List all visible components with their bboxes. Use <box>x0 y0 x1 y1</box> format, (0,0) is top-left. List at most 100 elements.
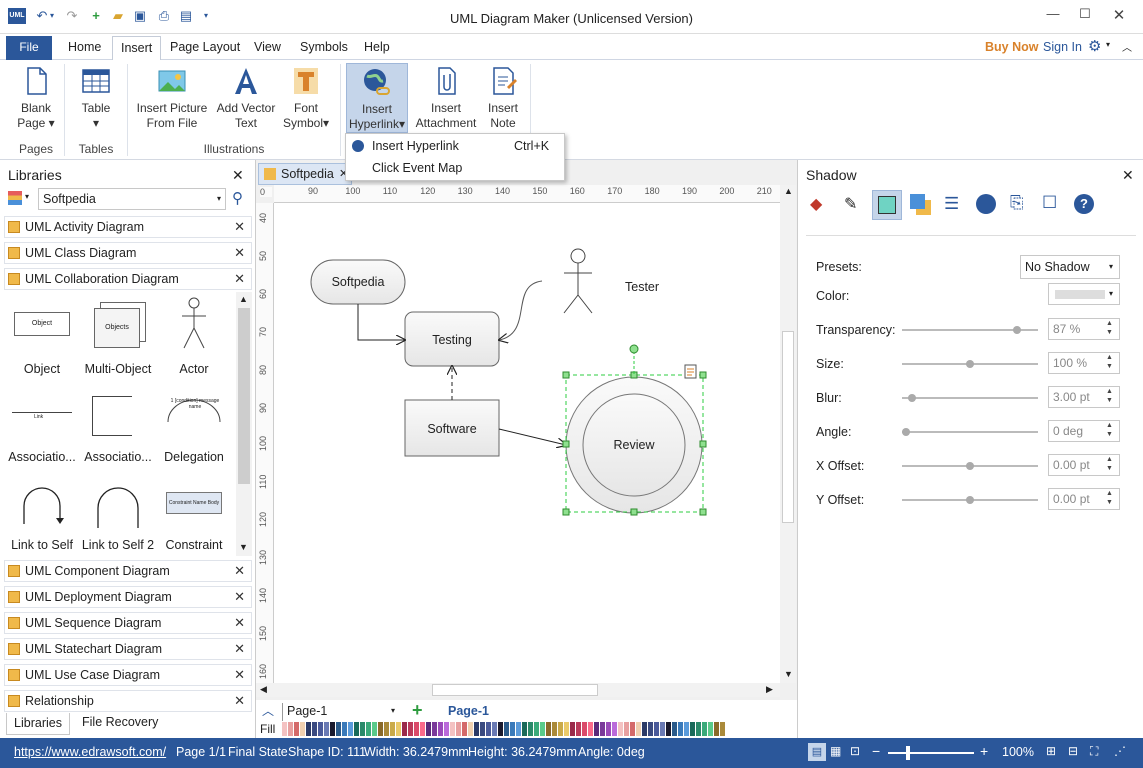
sign-in-link[interactable]: Sign In <box>1043 40 1082 54</box>
tab-home[interactable]: Home <box>60 38 109 60</box>
library-uml-collaboration[interactable]: UML Collaboration Diagram ✕ <box>4 268 252 290</box>
zoom-slider-knob[interactable] <box>906 746 910 760</box>
shape-actor[interactable]: Actor <box>156 292 232 380</box>
document-tab[interactable]: Softpedia ✕ <box>258 163 352 185</box>
color-swatch[interactable] <box>420 722 425 736</box>
color-swatch[interactable] <box>660 722 665 736</box>
color-swatch[interactable] <box>390 722 395 736</box>
spinner-arrows-icon[interactable]: ▲ ▼ <box>1106 455 1113 473</box>
color-swatch[interactable] <box>306 722 311 736</box>
color-swatch[interactable] <box>342 722 347 736</box>
color-swatch[interactable] <box>378 722 383 736</box>
scroll-up-icon[interactable]: ▲ <box>239 294 248 304</box>
color-swatch[interactable] <box>510 722 515 736</box>
color-swatch[interactable] <box>540 722 545 736</box>
shapes-scrollbar[interactable]: ▲ ▼ <box>236 292 252 556</box>
color-swatch[interactable] <box>294 722 299 736</box>
tab-file[interactable]: File <box>6 36 52 60</box>
spinner-arrows-icon[interactable]: ▲ ▼ <box>1106 387 1113 405</box>
color-swatch[interactable] <box>636 722 641 736</box>
color-swatch[interactable] <box>396 722 401 736</box>
hyperlink-icon[interactable] <box>976 194 996 214</box>
spinner-arrows-icon[interactable]: ▲ ▼ <box>1106 319 1113 337</box>
close-library-icon[interactable]: ✕ <box>234 613 245 633</box>
library-menu-dropdown-icon[interactable]: ▾ <box>25 192 29 201</box>
menu-item-insert-hyperlink[interactable]: Insert Hyperlink Ctrl+K <box>346 135 564 157</box>
blank-page-button[interactable]: Blank Page ▾ <box>10 63 62 137</box>
fill-bucket-icon[interactable]: ◆ <box>810 194 832 216</box>
shadow-color-select[interactable]: ▾ <box>1048 283 1120 305</box>
close-library-icon[interactable]: ✕ <box>234 561 245 581</box>
text-list-icon[interactable]: ☰ <box>944 194 959 214</box>
website-link[interactable]: https://www.edrawsoft.com/ <box>14 745 166 759</box>
scroll-left-icon[interactable]: ◀ <box>260 684 267 695</box>
color-swatch[interactable] <box>444 722 449 736</box>
color-swatch[interactable] <box>552 722 557 736</box>
color-swatch[interactable] <box>408 722 413 736</box>
page-selector-dropdown-icon[interactable]: ▾ <box>391 706 395 715</box>
color-swatch[interactable] <box>468 722 473 736</box>
color-swatch[interactable] <box>504 722 509 736</box>
close-library-icon[interactable]: ✕ <box>234 587 245 607</box>
library-uml-use-case[interactable]: UML Use Case Diagram ✕ <box>4 664 252 686</box>
slider-knob[interactable] <box>902 428 910 436</box>
minimize-icon[interactable]: — <box>1038 6 1068 26</box>
zoom-in-icon[interactable]: + <box>980 743 988 759</box>
color-swatch[interactable] <box>480 722 485 736</box>
full-screen-icon[interactable]: ⛶ <box>1090 744 1098 759</box>
color-swatch[interactable] <box>564 722 569 736</box>
close-window-icon[interactable]: ✕ <box>1104 6 1134 26</box>
canvas-v-scroll-thumb[interactable] <box>782 331 794 523</box>
color-swatch[interactable] <box>324 722 329 736</box>
table-button[interactable]: Table ▾ <box>70 63 122 137</box>
attachment-panel-icon[interactable]: ⎘ <box>1010 193 1024 213</box>
presets-select[interactable]: No Shadow ▾ <box>1020 255 1120 279</box>
color-swatch[interactable] <box>354 722 359 736</box>
shape-association-1[interactable]: Link Associatio... <box>4 380 80 468</box>
color-swatch[interactable] <box>360 722 365 736</box>
tab-file-recovery[interactable]: File Recovery <box>82 715 158 729</box>
slider-knob[interactable] <box>966 496 974 504</box>
shape-constraint[interactable]: Constraint Name Body Constraint <box>156 468 232 556</box>
maximize-icon[interactable]: ☐ <box>1070 6 1100 26</box>
color-swatch[interactable] <box>450 722 455 736</box>
fit-page-icon[interactable]: ⊞ <box>1046 744 1056 758</box>
scroll-down-icon[interactable]: ▼ <box>784 669 793 679</box>
color-swatch[interactable] <box>348 722 353 736</box>
color-swatch[interactable] <box>456 722 461 736</box>
color-swatch[interactable] <box>438 722 443 736</box>
shadow-row-slider[interactable] <box>902 394 1038 402</box>
spinner-arrows-icon[interactable]: ▲ ▼ <box>1106 421 1113 439</box>
shape-link-to-self[interactable]: Link to Self <box>4 468 80 556</box>
insert-attachment-button[interactable]: Insert Attachment <box>412 63 480 137</box>
resize-grip-icon[interactable]: ⋰ <box>1114 744 1126 758</box>
library-uml-deployment[interactable]: UML Deployment Diagram ✕ <box>4 586 252 608</box>
collapse-ribbon-icon[interactable]: ︿ <box>1122 39 1132 54</box>
color-swatch[interactable] <box>576 722 581 736</box>
slider-knob[interactable] <box>1013 326 1022 334</box>
color-swatch[interactable] <box>678 722 683 736</box>
layers-icon[interactable] <box>910 194 932 216</box>
color-swatch[interactable] <box>690 722 695 736</box>
shape-link-to-self-2[interactable]: Link to Self 2 <box>80 468 156 556</box>
color-swatch[interactable] <box>546 722 551 736</box>
insert-note-button[interactable]: Insert Note <box>482 63 524 137</box>
shadow-row-slider[interactable] <box>902 360 1038 368</box>
color-swatch[interactable] <box>600 722 605 736</box>
color-swatch[interactable] <box>648 722 653 736</box>
close-shadow-panel-icon[interactable]: ✕ <box>1122 167 1134 184</box>
color-swatch[interactable] <box>330 722 335 736</box>
color-swatch[interactable] <box>288 722 293 736</box>
close-library-icon[interactable]: ✕ <box>234 665 245 685</box>
canvas-h-scroll-thumb[interactable] <box>432 684 598 696</box>
library-search-dropdown-icon[interactable]: ▾ <box>217 194 221 203</box>
color-swatch[interactable] <box>630 722 635 736</box>
add-vector-text-button[interactable]: Add Vector Text <box>214 63 278 137</box>
color-swatch[interactable] <box>402 722 407 736</box>
color-swatch[interactable] <box>708 722 713 736</box>
color-swatch[interactable] <box>612 722 617 736</box>
color-swatch[interactable] <box>432 722 437 736</box>
menu-item-click-event-map[interactable]: Click Event Map <box>346 157 564 179</box>
color-swatch[interactable] <box>498 722 503 736</box>
library-uml-activity[interactable]: UML Activity Diagram ✕ <box>4 216 252 238</box>
